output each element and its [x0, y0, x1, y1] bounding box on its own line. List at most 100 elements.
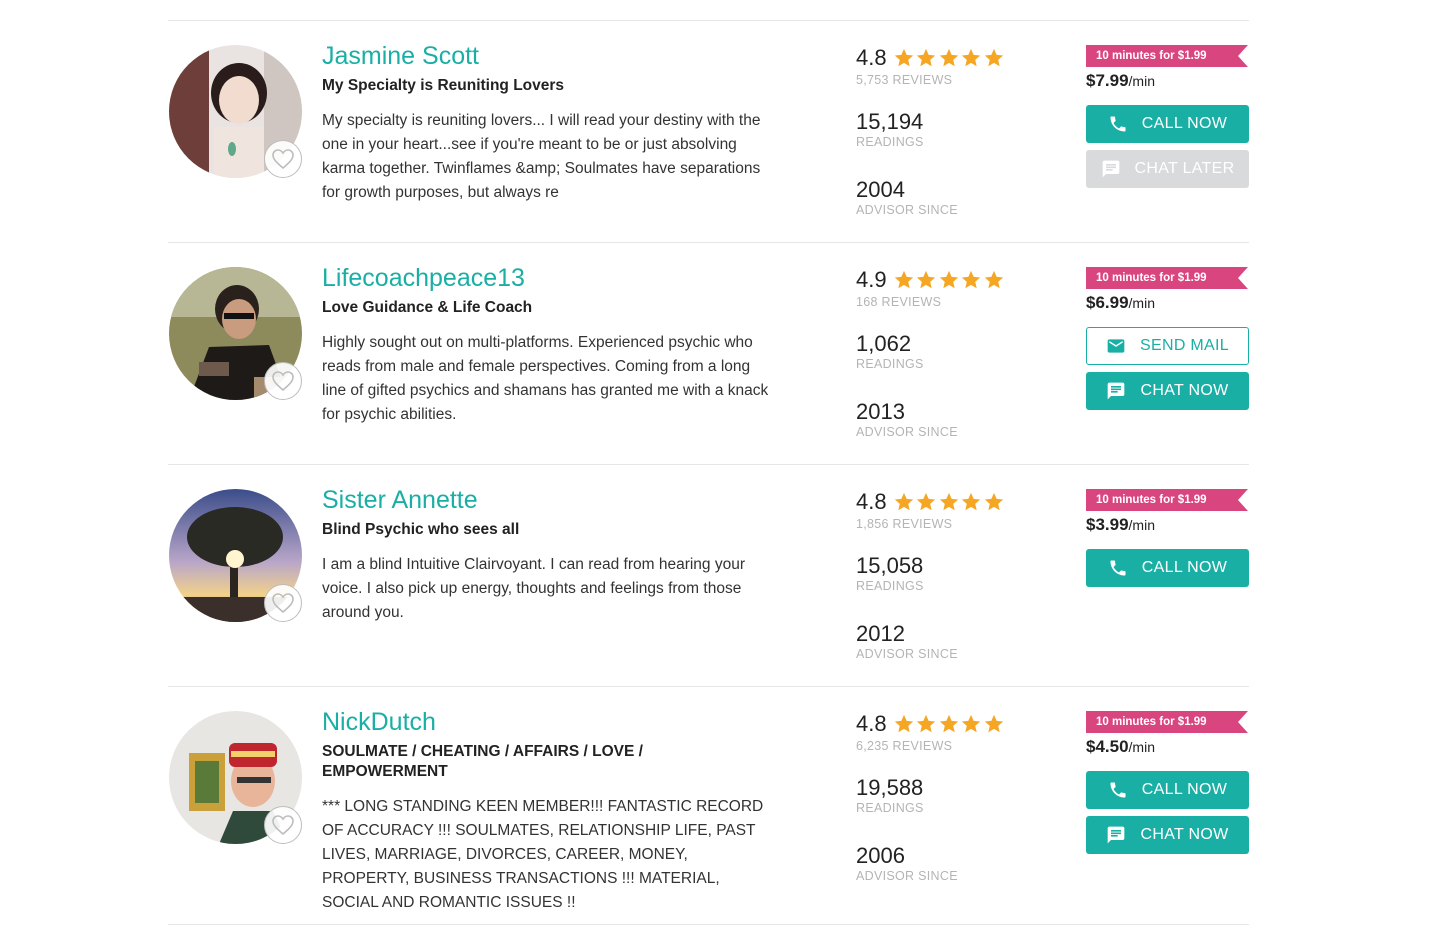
favorite-heart-button[interactable]	[264, 362, 302, 400]
heart-icon	[272, 593, 294, 614]
per-min-label: /min	[1128, 517, 1155, 533]
advisor-description: I am a blind Intuitive Clairvoyant. I ca…	[322, 556, 746, 621]
star-icon	[916, 492, 936, 511]
star-icon	[961, 48, 981, 67]
advisor-info: NickDutch SOULMATE / CHEATING / AFFAIRS …	[322, 707, 772, 915]
star-icon	[984, 714, 1003, 733]
promo-badge: 10 minutes for $1.99	[1086, 267, 1248, 289]
advisor-name[interactable]: Jasmine Scott	[322, 41, 772, 71]
heart-icon	[272, 815, 294, 836]
advisor-card: NickDutch SOULMATE / CHEATING / AFFAIRS …	[168, 687, 1249, 924]
star-icon	[916, 714, 936, 733]
advisor-actions: 10 minutes for $1.99 $6.99/min SEND MAIL…	[1086, 267, 1249, 410]
readings-stat: 1,062 READINGS	[856, 331, 1036, 371]
star-icon	[961, 492, 981, 511]
advisor-info: Lifecoachpeace13 Love Guidance & Life Co…	[322, 263, 772, 427]
call-now-label: CALL NOW	[1141, 559, 1228, 576]
divider	[168, 924, 1249, 925]
price-per-minute: $7.99/min	[1086, 70, 1249, 92]
chat-icon	[1108, 382, 1125, 400]
readings-label: READINGS	[856, 135, 924, 149]
star-icon	[961, 714, 981, 733]
advisor-since-year: 2006	[856, 843, 905, 868]
favorite-heart-button[interactable]	[264, 584, 302, 622]
rating-value: 4.9	[856, 267, 887, 292]
readings-stat: 19,588 READINGS	[856, 775, 1036, 815]
star-icon	[939, 714, 958, 733]
rating-value: 4.8	[856, 489, 887, 514]
advisor-stats: 4.8 1,856 REVIEWS 15,058 READINGS 2012 A…	[856, 487, 1036, 661]
call-now-button[interactable]: CALL NOW	[1086, 549, 1249, 587]
promo-badge: 10 minutes for $1.99	[1086, 489, 1248, 511]
advisor-since-year: 2012	[856, 621, 905, 646]
star-icon	[984, 48, 1003, 67]
advisor-description: Highly sought out on multi-platforms. Ex…	[322, 334, 769, 423]
star-icon	[916, 48, 936, 67]
heart-icon	[272, 149, 294, 170]
chat-now-button[interactable]: CHAT NOW	[1086, 372, 1249, 410]
avatar-container	[169, 267, 303, 401]
chat-later-label: CHAT LATER	[1134, 160, 1235, 177]
advisor-description: My specialty is reuniting lovers... I wi…	[322, 112, 761, 201]
send-mail-label: SEND MAIL	[1140, 337, 1229, 354]
star-rating	[893, 491, 1006, 513]
advisor-card: Lifecoachpeace13 Love Guidance & Life Co…	[168, 243, 1249, 464]
promo-badge: 10 minutes for $1.99	[1086, 45, 1248, 67]
advisor-specialty: Blind Psychic who sees all	[322, 521, 520, 538]
star-icon	[894, 714, 913, 733]
advisor-actions: 10 minutes for $1.99 $7.99/min CALL NOW …	[1086, 45, 1249, 188]
chat-now-button[interactable]: CHAT NOW	[1086, 816, 1249, 854]
reviews-count[interactable]: 1,856 REVIEWS	[856, 517, 1036, 531]
advisor-name[interactable]: NickDutch	[322, 707, 772, 737]
star-icon	[894, 492, 913, 511]
rating-value: 4.8	[856, 45, 887, 70]
star-icon	[894, 270, 913, 289]
advisor-name[interactable]: Sister Annette	[322, 485, 772, 515]
chat-icon	[1108, 826, 1125, 844]
avatar-container	[169, 711, 303, 845]
favorite-heart-button[interactable]	[264, 806, 302, 844]
reviews-count[interactable]: 6,235 REVIEWS	[856, 739, 1036, 753]
price-per-minute: $4.50/min	[1086, 736, 1249, 758]
advisor-since-year: 2004	[856, 177, 905, 202]
advisor-info: Sister Annette Blind Psychic who sees al…	[322, 485, 772, 625]
advisor-list: Jasmine Scott My Specialty is Reuniting …	[168, 20, 1249, 925]
advisor-stats: 4.8 6,235 REVIEWS 19,588 READINGS 2006 A…	[856, 709, 1036, 883]
readings-stat: 15,058 READINGS	[856, 553, 1036, 593]
rating: 4.8	[856, 709, 1036, 739]
reviews-count[interactable]: 5,753 REVIEWS	[856, 73, 1036, 87]
advisor-actions: 10 minutes for $1.99 $3.99/min CALL NOW	[1086, 489, 1249, 587]
price-value: $6.99	[1086, 293, 1129, 312]
readings-stat: 15,194 READINGS	[856, 109, 1036, 149]
advisor-card: Sister Annette Blind Psychic who sees al…	[168, 465, 1249, 686]
advisor-card: Jasmine Scott My Specialty is Reuniting …	[168, 21, 1249, 242]
rating: 4.8	[856, 487, 1036, 517]
avatar-container	[169, 489, 303, 623]
chat-later-button[interactable]: CHAT LATER	[1086, 150, 1249, 188]
favorite-heart-button[interactable]	[264, 140, 302, 178]
call-now-button[interactable]: CALL NOW	[1086, 105, 1249, 143]
star-icon	[916, 270, 936, 289]
advisor-specialty: Love Guidance & Life Coach	[322, 299, 533, 316]
readings-count: 15,058	[856, 553, 924, 578]
price-value: $4.50	[1086, 737, 1129, 756]
send-mail-button[interactable]: SEND MAIL	[1086, 327, 1249, 365]
advisor-since-stat: 2012 ADVISOR SINCE	[856, 621, 1036, 661]
avatar-container	[169, 45, 303, 179]
advisor-name[interactable]: Lifecoachpeace13	[322, 263, 772, 293]
star-icon	[961, 270, 981, 289]
star-icon	[939, 492, 958, 511]
advisor-since-label: ADVISOR SINCE	[856, 647, 958, 661]
mail-icon	[1107, 339, 1125, 353]
advisor-specialty: SOULMATE / CHEATING / AFFAIRS / LOVE / E…	[322, 743, 643, 780]
per-min-label: /min	[1128, 739, 1155, 755]
star-icon	[984, 270, 1003, 289]
price-per-minute: $6.99/min	[1086, 292, 1249, 314]
advisor-since-stat: 2013 ADVISOR SINCE	[856, 399, 1036, 439]
advisor-since-label: ADVISOR SINCE	[856, 203, 958, 217]
price-per-minute: $3.99/min	[1086, 514, 1249, 536]
reviews-count[interactable]: 168 REVIEWS	[856, 295, 1036, 309]
call-now-button[interactable]: CALL NOW	[1086, 771, 1249, 809]
phone-icon	[1110, 560, 1126, 576]
per-min-label: /min	[1128, 73, 1155, 89]
